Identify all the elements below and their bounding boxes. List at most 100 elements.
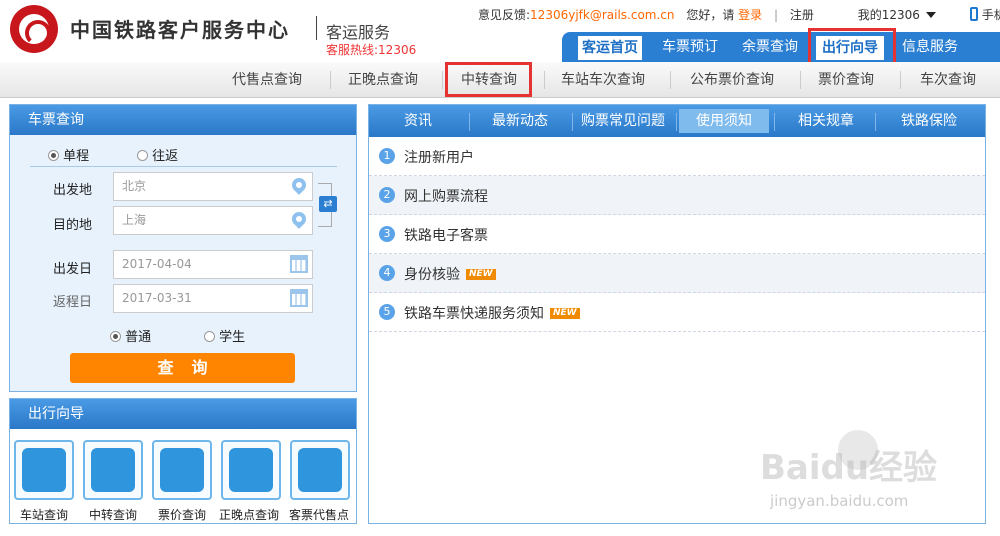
greeting-text: 您好，请 <box>686 8 735 22</box>
from-label: 出发地 <box>53 183 93 198</box>
guide-transfer-label: 中转查询 <box>88 508 137 522</box>
tab-news[interactable]: 资讯 <box>383 105 453 137</box>
return-date-input[interactable]: 2017-03-31 <box>113 284 313 313</box>
list-item[interactable]: 3 铁路电子客票 <box>369 215 985 254</box>
calendar-icon <box>290 255 308 273</box>
railway-logo-icon[interactable] <box>10 5 58 53</box>
return-date-value: 2017-03-31 <box>122 291 192 305</box>
transfer-icon <box>91 448 135 492</box>
mainnav-item-home[interactable]: 客运首页 <box>578 36 642 60</box>
trip-single-label: 单程 <box>63 149 90 164</box>
tab-regulations[interactable]: 相关规章 <box>781 105 871 137</box>
guide-fare-label: 票价查询 <box>157 508 206 522</box>
depart-date-value: 2017-04-04 <box>122 257 192 271</box>
new-badge: NEW <box>550 308 580 319</box>
watermark-text: Baidu经验 <box>760 448 938 488</box>
tab-latest[interactable]: 最新动态 <box>479 105 561 137</box>
from-placeholder: 北京 <box>122 179 147 193</box>
mobile-version-link[interactable]: 手机版 <box>969 7 1000 22</box>
item-number: 3 <box>379 226 395 242</box>
tab-separator <box>676 113 677 131</box>
query-button[interactable]: 查询 <box>70 353 295 383</box>
trip-single-option[interactable]: 单程 <box>48 145 89 164</box>
to-label: 目的地 <box>53 218 93 233</box>
service-hotline: 客服热线:12306 <box>326 43 417 57</box>
ticket-agency-icon <box>298 448 342 492</box>
station-icon <box>22 448 66 492</box>
subnav-item-fare[interactable]: 票价查询 <box>808 62 884 98</box>
list-item-text[interactable]: 铁路车票快递服务须知 <box>404 306 544 322</box>
guide-delay-button[interactable] <box>221 440 281 500</box>
guide-panel-title: 出行向导 <box>10 399 356 429</box>
my12306-menu[interactable]: 我的12306 <box>858 8 936 22</box>
calendar-icon <box>290 289 308 307</box>
location-pin-icon <box>289 209 309 229</box>
to-station-input[interactable]: 上海 <box>113 206 313 235</box>
title-divider <box>316 16 317 40</box>
guide-transfer-button[interactable] <box>83 440 143 500</box>
chevron-down-icon <box>925 12 936 18</box>
top-links: 意见反馈:12306yjfk@rails.com.cn 您好，请 登录 | 注册… <box>478 6 1000 23</box>
swap-stations-icon[interactable]: ⇄ <box>319 196 337 212</box>
mobile-label: 手机版 <box>981 8 1000 22</box>
subnav-separator <box>544 71 545 89</box>
mainnav-item-booking[interactable]: 车票预订 <box>656 32 724 62</box>
guide-fare-button[interactable] <box>152 440 212 500</box>
link-separator: | <box>774 8 779 22</box>
type-student-label: 学生 <box>219 330 246 345</box>
list-item-text[interactable]: 身份核验 <box>404 267 460 283</box>
mainnav-item-remaining[interactable]: 余票查询 <box>736 32 804 62</box>
list-item[interactable]: 5 铁路车票快递服务须知 NEW <box>369 293 985 332</box>
depart-date-input[interactable]: 2017-04-04 <box>113 250 313 279</box>
list-item[interactable]: 2 网上购票流程 <box>369 176 985 215</box>
list-item[interactable]: 4 身份核验 NEW <box>369 254 985 293</box>
subnav-item-station-train[interactable]: 车站车次查询 <box>552 62 654 98</box>
item-number: 5 <box>379 304 395 320</box>
type-normal-label: 普通 <box>125 330 152 345</box>
subnav-separator <box>900 71 901 89</box>
to-placeholder: 上海 <box>122 213 147 227</box>
from-station-input[interactable]: 北京 <box>113 172 313 201</box>
subnav-item-published-fare[interactable]: 公布票价查询 <box>680 62 784 98</box>
register-link[interactable]: 注册 <box>790 8 814 22</box>
tab-separator <box>875 113 876 131</box>
trip-round-option[interactable]: 往返 <box>137 145 178 164</box>
list-item[interactable]: 1 注册新用户 <box>369 137 985 176</box>
type-student-option[interactable]: 学生 <box>204 326 245 345</box>
tab-separator <box>774 113 775 131</box>
subnav-item-train-number[interactable]: 车次查询 <box>910 62 986 98</box>
main-nav: 客运首页 车票预订 余票查询 出行向导 信息服务 <box>562 32 1000 62</box>
tab-insurance[interactable]: 铁路保险 <box>884 105 974 137</box>
subnav-separator <box>800 71 801 89</box>
guide-agency-label: 客票代售点 <box>288 508 349 522</box>
ticket-panel-title: 车票查询 <box>10 105 356 135</box>
tab-faq[interactable]: 购票常见问题 <box>575 105 671 137</box>
subnav-separator <box>442 71 443 89</box>
radio-checked-icon <box>110 331 121 342</box>
mainnav-item-info-service[interactable]: 信息服务 <box>896 32 964 62</box>
guide-agency-button[interactable] <box>290 440 350 500</box>
login-link[interactable]: 登录 <box>738 8 762 22</box>
return-date-label: 返程日 <box>53 295 93 310</box>
feedback-email-link[interactable]: 12306yjfk@rails.com.cn <box>530 8 674 22</box>
subnav-separator <box>670 71 671 89</box>
watermark-url: jingyan.baidu.com <box>770 492 909 510</box>
guide-station-button[interactable] <box>14 440 74 500</box>
tab-usage-notes[interactable]: 使用须知 <box>679 109 769 133</box>
subnav-item-delay[interactable]: 正晚点查询 <box>338 62 428 98</box>
fare-search-icon <box>160 448 204 492</box>
radio-checked-icon <box>48 150 59 161</box>
subnav-item-agency[interactable]: 代售点查询 <box>222 62 312 98</box>
tab-separator <box>469 113 470 131</box>
list-item-text[interactable]: 网上购票流程 <box>404 186 488 206</box>
list-item-text-wrap: 身份核验 NEW <box>404 264 496 284</box>
list-item-text[interactable]: 铁路电子客票 <box>404 225 488 245</box>
type-normal-option[interactable]: 普通 <box>110 326 151 345</box>
radio-unchecked-icon <box>137 150 148 161</box>
info-tabs: 资讯 最新动态 购票常见问题 使用须知 相关规章 铁路保险 <box>369 105 985 137</box>
trip-round-label: 往返 <box>152 149 179 164</box>
item-number: 1 <box>379 148 395 164</box>
my12306-label: 我的12306 <box>857 8 920 22</box>
list-item-text[interactable]: 注册新用户 <box>404 147 474 167</box>
site-subtitle: 客运服务 <box>326 23 391 42</box>
